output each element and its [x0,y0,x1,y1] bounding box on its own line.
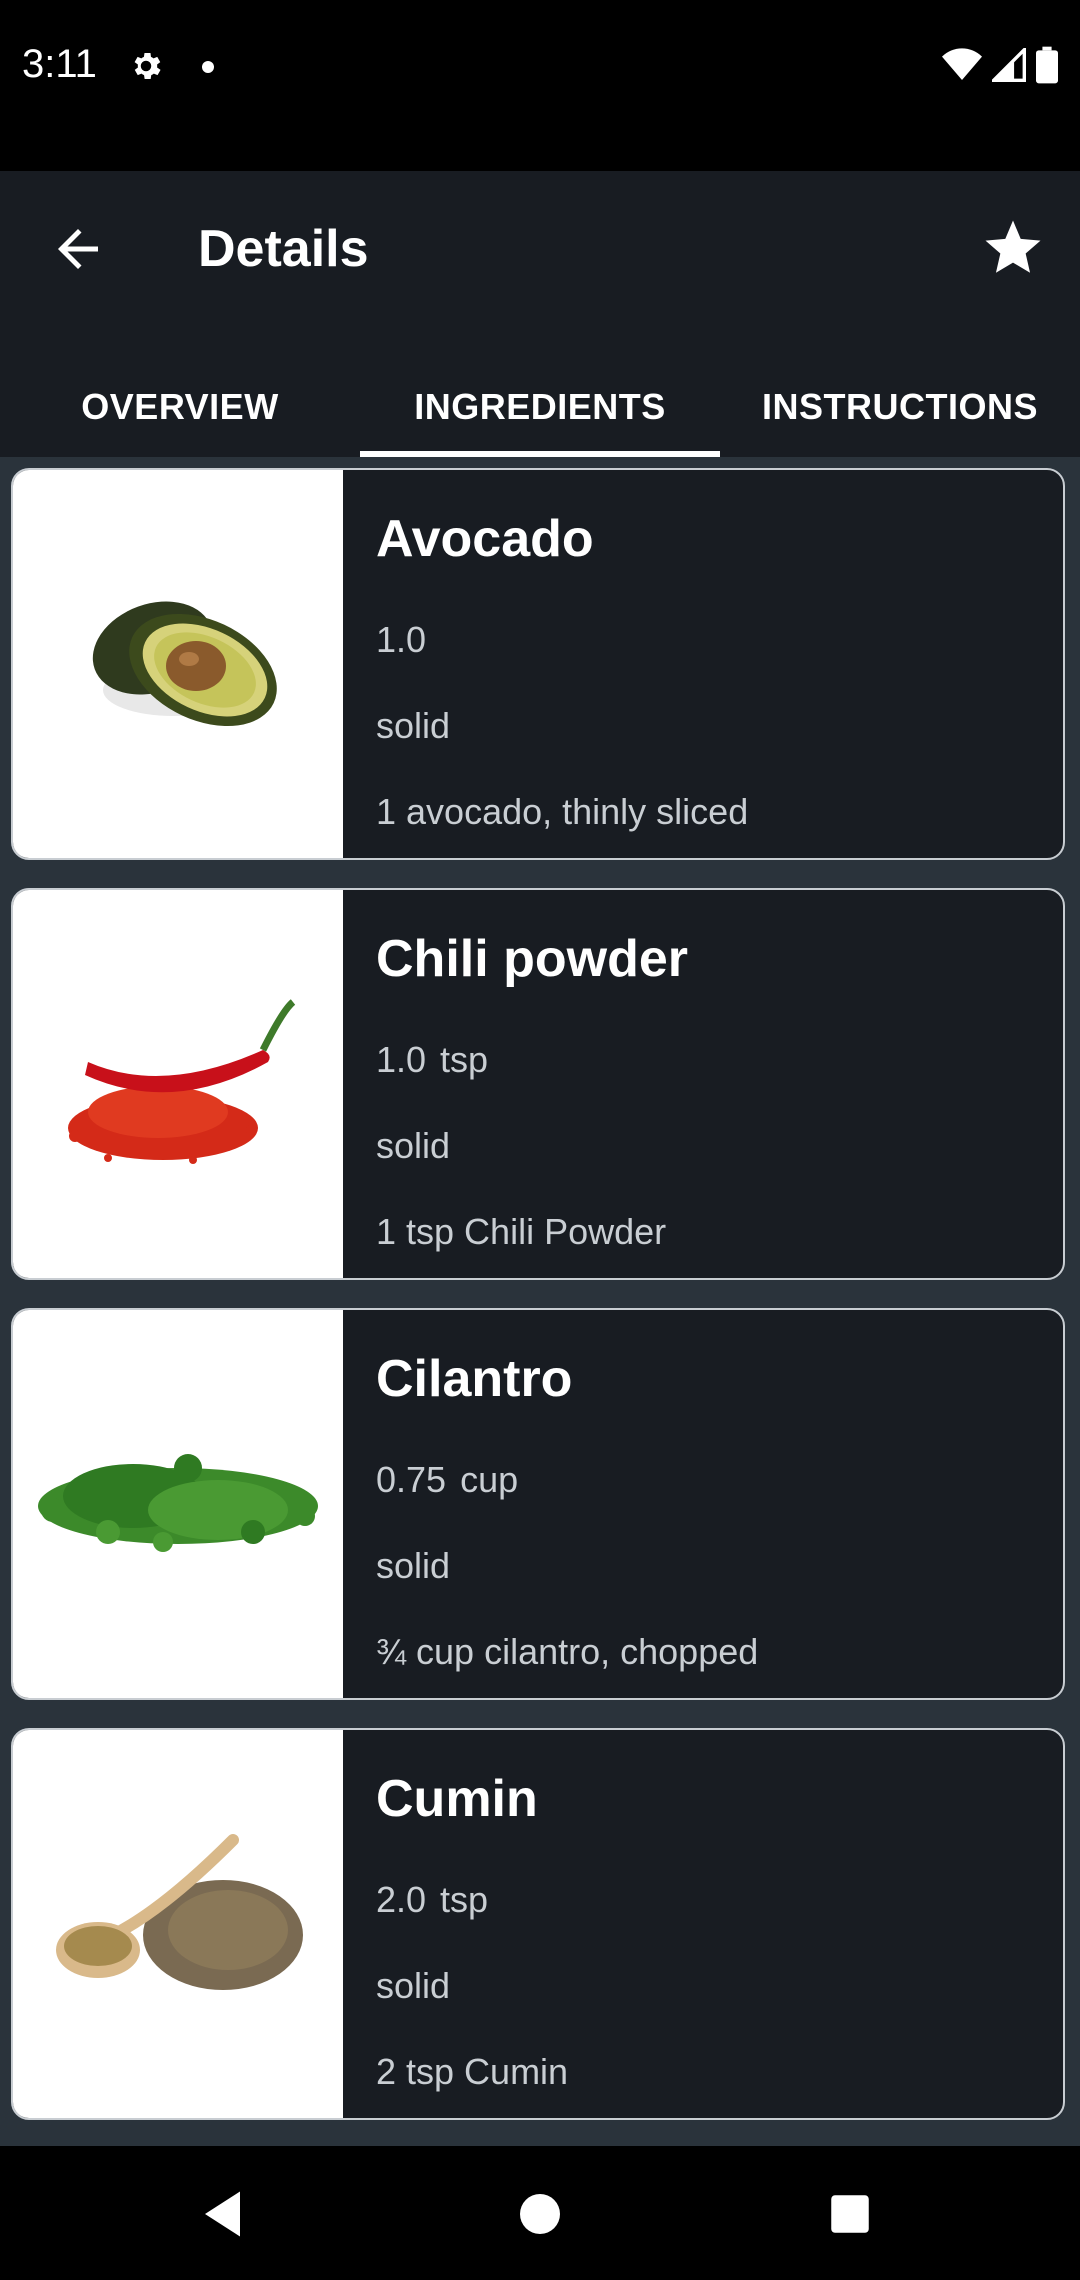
cilantro-image [13,1310,343,1698]
ingredient-state: solid [376,1545,451,1586]
ingredient-details: Avocado 1.0 solid 1 avocado, thinly slic… [376,470,1063,858]
nav-home-button[interactable] [510,2184,570,2244]
ingredient-state: solid [376,705,451,746]
nav-recents-button[interactable] [820,2184,880,2244]
ingredient-state: solid [376,1965,451,2006]
gear-icon [128,48,164,89]
ingredient-amount: 0.75 cup [376,1458,518,1502]
avocado-image [13,470,343,858]
app-bar: Details OVERVIEW INGREDIENTS INSTRUCTION… [0,171,1080,457]
system-nav-bar [0,2146,1080,2280]
chili-powder-image [13,890,343,1278]
ingredient-original: 2 tsp Cumin [376,2051,569,2092]
nav-home-icon [520,2194,560,2234]
nav-back-icon [205,2191,240,2237]
ingredient-original: 1 tsp Chili Powder [376,1211,667,1252]
ingredient-details: Cilantro 0.75 cup solid ¾ cup cilantro, c… [376,1310,1063,1698]
tab-bar: OVERVIEW INGREDIENTS INSTRUCTIONS [0,357,1080,457]
amount-value: 0.75 [376,1459,447,1500]
amount-unit: tsp [440,1039,489,1080]
arrow-back-icon [58,229,98,269]
tab-label: INSTRUCTIONS [762,386,1038,427]
ingredient-card-chili-powder[interactable]: Chili powder 1.0 tsp solid 1 tsp Chili Po… [11,888,1065,1280]
ingredient-amount: 1.0 tsp [376,1038,488,1082]
ingredient-details: Chili powder 1.0 tsp solid 1 tsp Chili Po… [376,890,1063,1278]
status-bar: 3:11 [0,0,1080,171]
ingredient-card-cumin[interactable]: Cumin 2.0 tsp solid 2 tsp Cumin [11,1728,1065,2120]
ingredient-original: ¾ cup cilantro, chopped [376,1631,759,1672]
ingredient-state: solid [376,1125,451,1166]
ingredient-card-avocado[interactable]: Avocado 1.0 solid 1 avocado, thinly slic… [11,468,1065,860]
tab-ingredients[interactable]: INGREDIENTS [360,357,720,457]
cell-signal-icon [989,45,1026,87]
amount-value: 1.0 [376,619,427,660]
ingredient-amount: 1.0 [376,618,440,662]
ingredient-original: 1 avocado, thinly sliced [376,791,749,832]
battery-icon [1036,46,1058,89]
ingredient-name: Chili powder [376,930,688,988]
tab-label: INGREDIENTS [414,386,666,427]
tab-label: OVERVIEW [81,386,279,427]
amount-unit: cup [460,1459,519,1500]
ingredient-name: Avocado [376,510,594,568]
ingredient-card-cilantro[interactable]: Cilantro 0.75 cup solid ¾ cup cilantro, c… [11,1308,1065,1700]
tab-indicator [360,451,720,457]
star-icon [985,220,1041,273]
notification-dot [202,61,214,73]
page-title: Details [198,220,369,278]
ingredient-name: Cilantro [376,1350,573,1408]
nav-recents-icon [831,2195,869,2233]
tab-overview[interactable]: OVERVIEW [0,357,360,457]
status-time: 3:11 [22,42,97,86]
cumin-image [13,1730,343,2118]
ingredient-amount: 2.0 tsp [376,1878,488,1922]
nav-back-button[interactable] [195,2184,255,2244]
amount-value: 1.0 [376,1039,427,1080]
favorite-button[interactable] [980,215,1046,281]
ingredient-name: Cumin [376,1770,538,1828]
amount-value: 2.0 [376,1879,427,1920]
back-button[interactable] [48,219,108,279]
status-icons [942,45,1058,89]
wifi-icon [942,48,982,87]
ingredient-details: Cumin 2.0 tsp solid 2 tsp Cumin [376,1730,1063,2118]
amount-unit: tsp [440,1879,489,1920]
tab-instructions[interactable]: INSTRUCTIONS [720,357,1080,457]
